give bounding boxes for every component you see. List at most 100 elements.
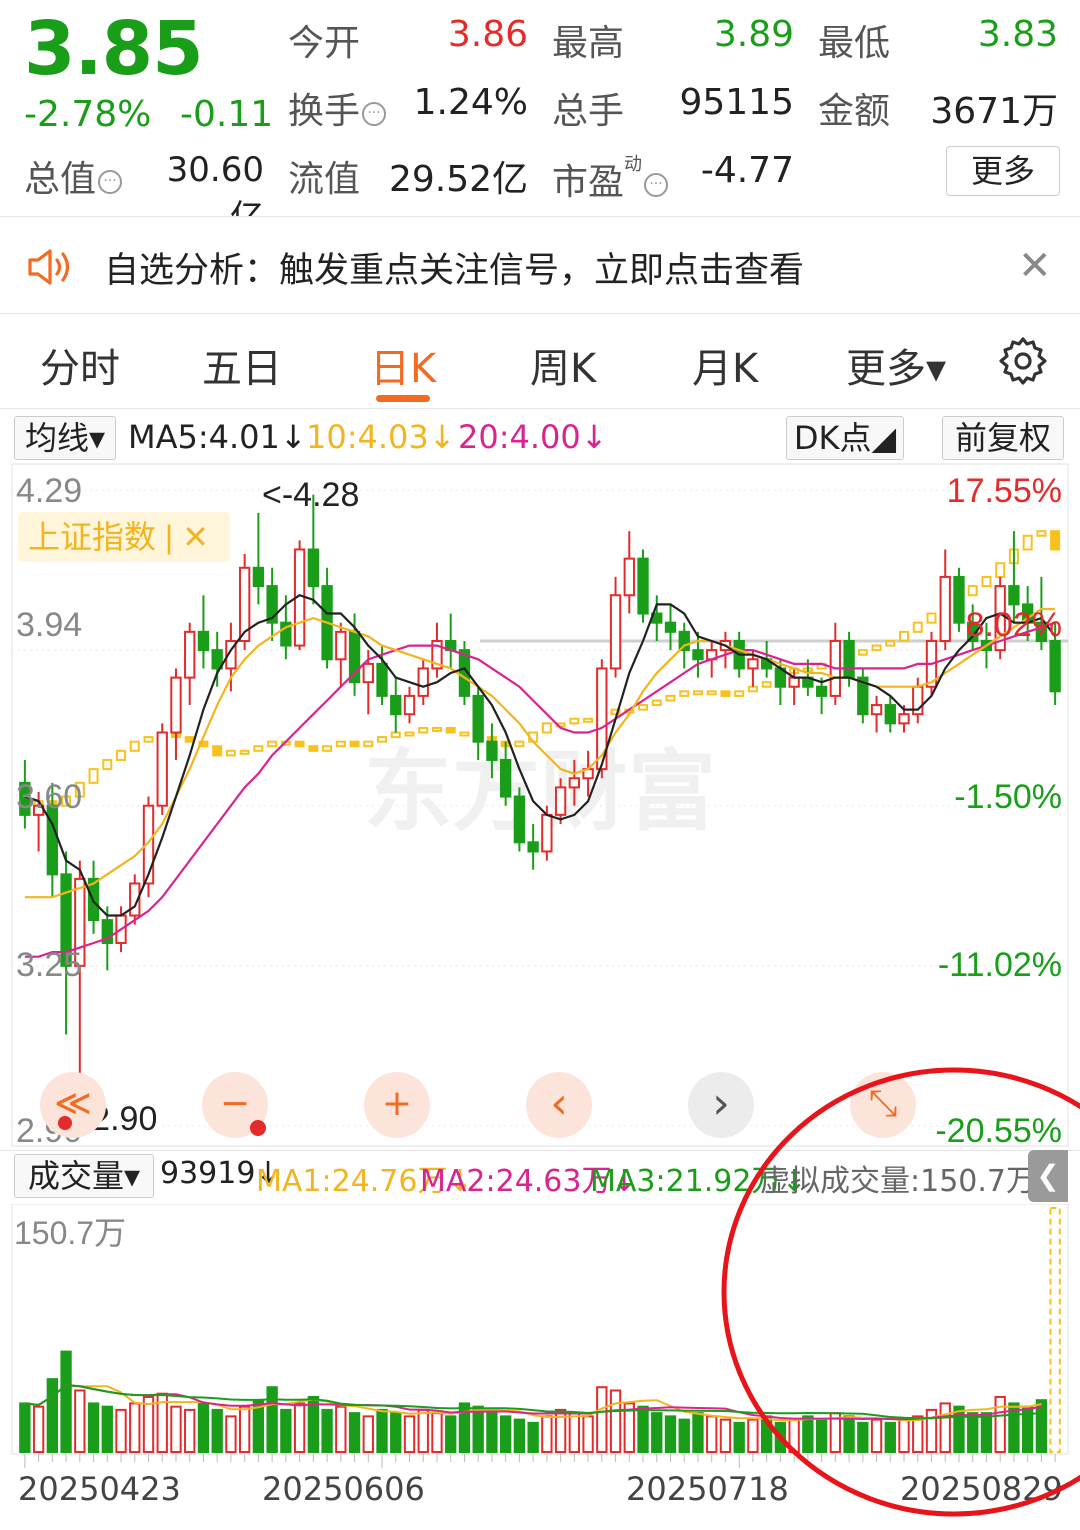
index-bar [431,726,442,732]
candle-body [184,630,196,679]
candle-body [252,566,265,588]
volume-bar [390,1412,402,1453]
candle-body [623,557,635,597]
volume-bar [692,1412,704,1453]
index-bar [445,726,456,734]
pe-label[interactable]: 市盈动··· [552,150,669,205]
candle-body [46,804,59,876]
quote-more-button[interactable]: 更多 [946,146,1060,196]
amount-value: 3671万 [930,91,1058,132]
market-cap-label-text: 总值 [24,159,97,200]
candle-body [568,777,581,789]
volume-bar [706,1415,718,1453]
index-bar [239,749,250,755]
notice-text[interactable]: 自选分析：触发重点关注信号，立即点击查看 [104,242,804,293]
candle-body [197,630,210,652]
volume-bar [321,1408,333,1454]
volume-bar [348,1412,361,1453]
volume-bar [129,1402,141,1454]
index-overlay-label[interactable]: 上证指数 | ✕ [28,519,209,555]
index-bar [212,745,223,757]
current-price: 3.85 [24,6,204,92]
ma20-value: 20:4.00↓ [458,418,608,456]
index-bar [583,717,594,723]
y-tick-label: 3.25 [16,946,82,984]
index-bar [349,740,360,748]
index-bar [1050,530,1061,551]
index-bar [1022,534,1033,551]
candle-body [472,694,484,743]
index-bar [459,731,470,737]
y-pct-label: 17.55% [947,472,1062,510]
ma10-value: 10:4.03↓ [306,418,456,456]
tab-five-day[interactable]: 五日 [202,336,282,394]
volume-bar [74,1389,86,1453]
volume-bar [445,1415,457,1453]
index-bar [322,745,333,752]
volume-bar [46,1378,59,1453]
tab-daily-k[interactable]: 日K [370,336,436,394]
y-pct-label: 8.02% [966,606,1062,644]
info-icon[interactable]: ··· [362,102,387,126]
dk-point-button[interactable]: DK点◢ [786,416,904,460]
ma-select[interactable]: 均线▾ [14,416,116,460]
pe-label-text: 市盈 [552,162,625,203]
candle-body [939,575,951,642]
index-bar [418,726,429,734]
info-icon[interactable]: ··· [644,173,669,197]
volume-value: 95115 [679,82,794,123]
divider [0,313,1080,314]
turnover-label-text: 换手 [288,91,361,132]
index-bar [184,736,195,743]
tab-more[interactable]: 更多▾ [846,336,946,394]
info-icon[interactable]: ··· [98,170,123,194]
volume-bar [32,1405,45,1454]
y-tick-label: 3.94 [16,606,82,644]
high-value: 3.89 [713,14,794,55]
zoom-in-button[interactable]: + [364,1072,430,1138]
volume-bar [335,1405,347,1454]
price-adjust-button[interactable]: 前复权 [942,416,1064,460]
turnover-value: 1.24% [413,82,528,123]
volume-bar [678,1418,690,1453]
volume-bar [472,1405,484,1454]
tab-weekly-k[interactable]: 周K [530,336,596,394]
volume-bar [238,1405,251,1454]
candle-body [527,841,539,853]
low-label: 最低 [818,23,891,64]
candle-body [637,557,649,615]
market-cap-label[interactable]: 总值 ··· [24,150,123,202]
volume-bar [541,1415,553,1453]
volume-bar [568,1412,581,1453]
turnover-label[interactable]: 换手 ··· [288,82,387,134]
volume-label: 总手 [552,91,625,132]
candle-body [513,795,526,844]
candle-body [843,639,855,679]
prev-button[interactable]: ‹ [526,1072,592,1138]
volume-bar [170,1405,182,1454]
volume-bar [225,1415,237,1453]
index-bar [665,694,676,702]
index-bar [871,644,882,652]
close-icon[interactable]: ✕ [1018,246,1058,286]
candle-body [788,676,800,688]
volume-indicator-select[interactable]: 成交量▾ [14,1154,154,1198]
scroll-left-far-button[interactable]: ≪ [40,1072,106,1138]
volume-bar [211,1408,223,1454]
volume-bar [280,1408,292,1454]
change-percent: -2.78% [24,94,152,135]
index-bar [995,562,1006,578]
divider [0,408,1080,409]
tab-monthly-k[interactable]: 月K [692,336,758,394]
candle-body [362,662,374,684]
candle-body [170,676,182,734]
tab-intraday[interactable]: 分时 [40,336,120,394]
candle-body [541,813,553,853]
index-bar [253,745,264,752]
volume-bar [184,1408,196,1454]
index-bar [1036,530,1047,537]
candle-body [335,630,347,661]
index-bar [720,690,731,697]
gear-icon[interactable] [998,336,1048,386]
volume-bar [101,1405,113,1454]
